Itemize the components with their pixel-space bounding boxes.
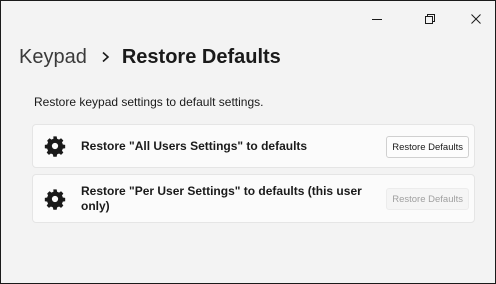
minimize-icon — [371, 13, 383, 25]
page-title: Restore Defaults — [121, 46, 281, 68]
page-description: Restore keypad settings to default setti… — [34, 95, 264, 109]
chevron-right-icon — [101, 51, 110, 63]
gear-icon — [44, 188, 66, 210]
maximize-icon — [424, 13, 436, 25]
close-icon — [470, 13, 482, 25]
restore-all-users-button[interactable]: Restore Defaults — [386, 136, 469, 158]
close-button[interactable] — [461, 7, 491, 31]
breadcrumb-parent-keypad[interactable]: Keypad — [19, 44, 87, 70]
minimize-button[interactable] — [362, 7, 392, 31]
maximize-button[interactable] — [415, 7, 445, 31]
restore-per-user-card: Restore "Per User Settings" to defaults … — [32, 174, 475, 223]
restore-per-user-button[interactable]: Restore Defaults — [386, 188, 469, 210]
settings-window: Keypad Restore Defaults Restore keypad s… — [0, 0, 496, 284]
restore-all-users-label: Restore "All Users Settings" to defaults — [81, 139, 308, 153]
restore-per-user-label: Restore "Per User Settings" to defaults … — [81, 184, 362, 213]
restore-all-users-card: Restore "All Users Settings" to defaults… — [32, 124, 475, 168]
breadcrumb: Keypad Restore Defaults — [19, 44, 281, 70]
gear-icon — [44, 135, 66, 157]
